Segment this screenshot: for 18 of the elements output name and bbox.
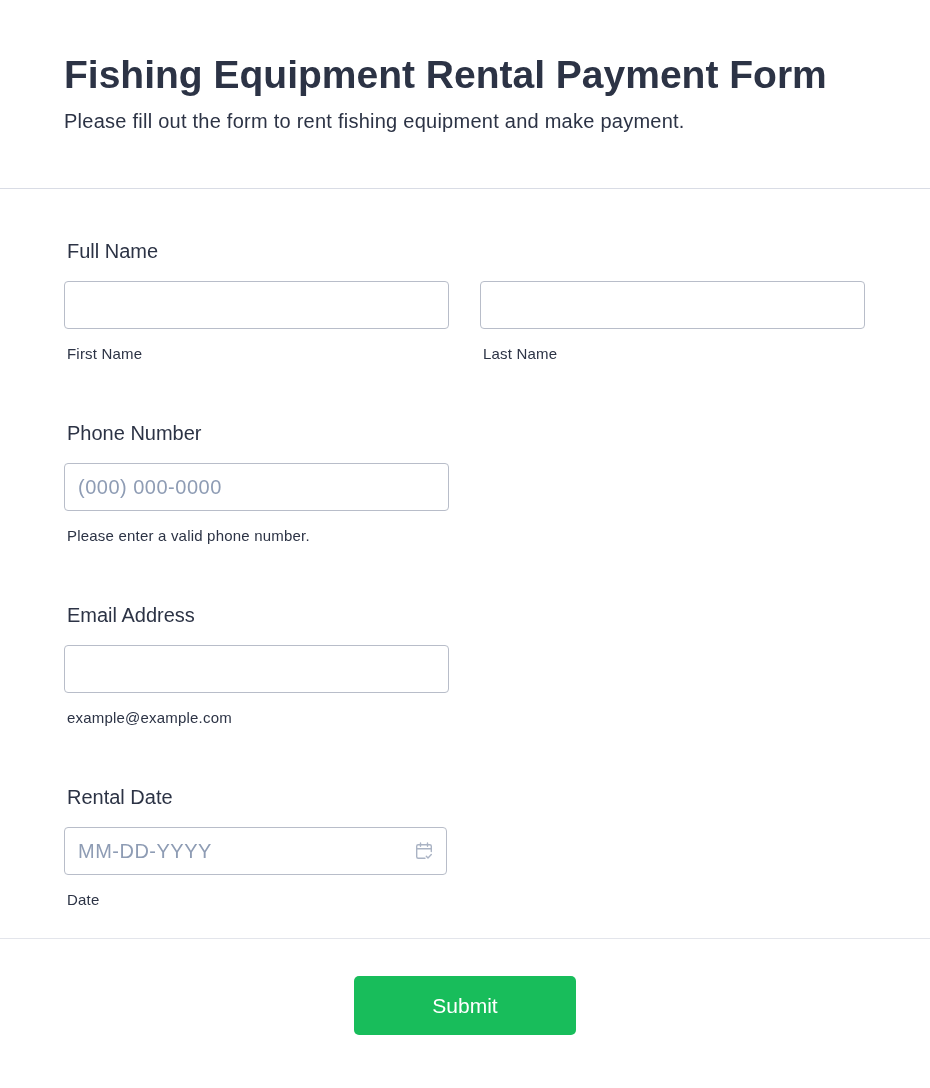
field-label: Phone Number xyxy=(66,422,203,444)
input-field[interactable] xyxy=(480,281,865,329)
submit-button[interactable]: Submit xyxy=(354,976,576,1035)
field-hint: example@example.com xyxy=(66,709,233,726)
calendar-icon[interactable] xyxy=(415,842,433,860)
field-label: Rental Date xyxy=(66,786,174,808)
field-hint: Date xyxy=(66,891,101,908)
input-field[interactable]: (000) 000-0000 xyxy=(64,463,449,511)
field-hint: Please enter a valid phone number. xyxy=(66,527,311,544)
form-title: Fishing Equipment Rental Payment Form xyxy=(64,52,828,98)
field-label: Email Address xyxy=(66,604,196,626)
input-field[interactable] xyxy=(64,645,449,693)
field-hint: First Name xyxy=(66,345,144,362)
input-field[interactable] xyxy=(64,281,449,329)
form-subtitle: Please fill out the form to rent fishing equipment and make payment. xyxy=(64,109,686,134)
field-label: Full Name xyxy=(66,240,160,262)
date-field[interactable]: MM-DD-YYYY xyxy=(64,827,447,875)
field-hint: Last Name xyxy=(482,345,559,362)
